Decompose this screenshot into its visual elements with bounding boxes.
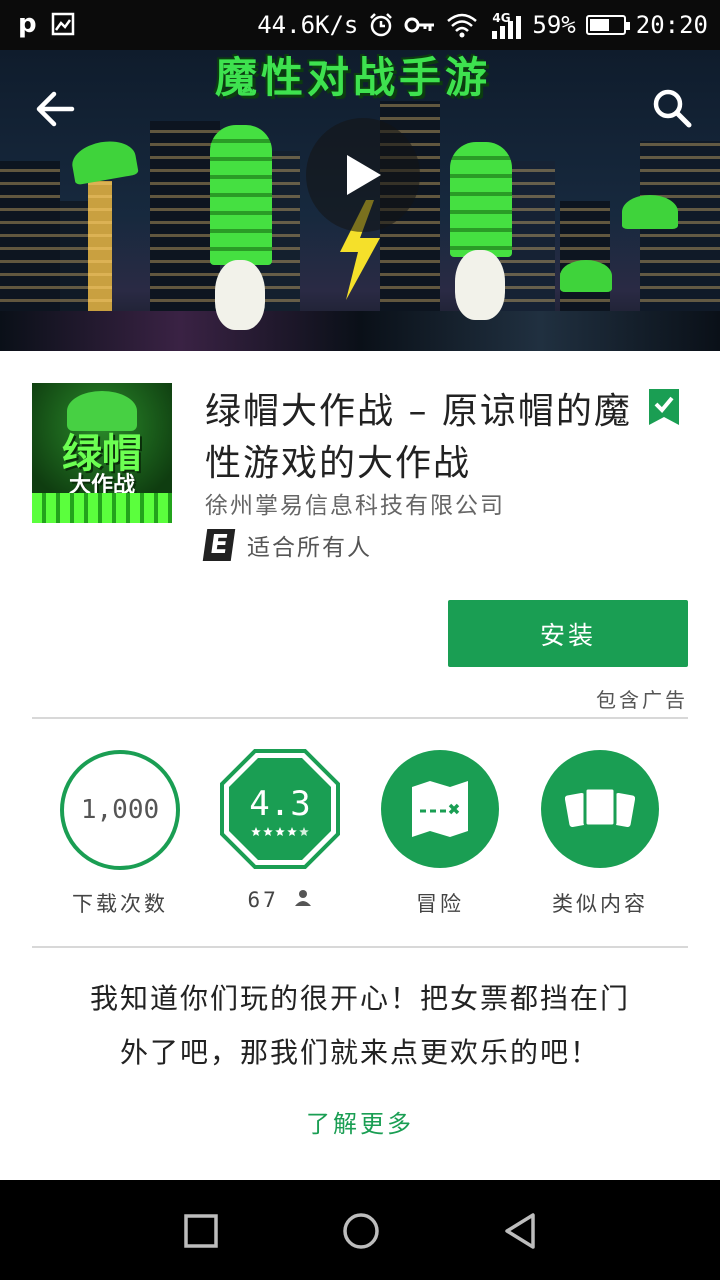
signal-icon: 4G <box>488 11 522 39</box>
editors-choice-icon <box>649 389 679 425</box>
hat-stack-right <box>450 142 512 257</box>
flying-hat <box>622 195 678 229</box>
similar-cards-icon <box>565 786 635 828</box>
similar-button[interactable] <box>541 750 659 868</box>
similar-label: 类似内容 <box>552 892 648 916</box>
flying-hat <box>69 136 139 186</box>
character-left <box>215 260 265 330</box>
hero-banner[interactable]: 魔性对战手游 <box>0 50 720 351</box>
image-notification-icon <box>51 12 74 36</box>
developer-link[interactable]: 徐州掌易信息科技有限公司 <box>205 486 505 520</box>
downloads-label: 下载次数 <box>72 892 168 916</box>
recent-apps-button[interactable] <box>175 1205 227 1257</box>
person-icon <box>295 890 312 906</box>
search-button[interactable] <box>648 84 696 132</box>
divider <box>32 717 688 719</box>
hat-stack-left <box>210 125 272 265</box>
flying-hat <box>560 260 612 292</box>
back-nav-button[interactable] <box>495 1205 547 1257</box>
notification-p-icon: p <box>18 9 37 39</box>
downloads-value: 1,000 <box>80 795 160 825</box>
rating-count: 67 <box>247 888 279 912</box>
description-line: 外了吧，那我们就来点更欢乐的吧！ <box>119 1036 600 1069</box>
install-button[interactable]: 安装 <box>448 600 688 667</box>
status-bar: p 44.6K/s 4G 59% 20:20 <box>0 0 720 50</box>
description: 我知道你们玩的很开心！把女票都挡在门 外了吧，那我们就来点更欢乐的吧！ <box>40 972 680 1080</box>
rating-badge[interactable]: 4.3 <box>219 748 341 870</box>
content-rating: E 适合所有人 <box>202 528 372 562</box>
play-icon <box>347 155 381 195</box>
category-button[interactable] <box>381 750 499 868</box>
contains-ads-label: 包含广告 <box>596 688 688 712</box>
esrb-e-icon: E <box>202 529 236 561</box>
back-button[interactable] <box>32 86 78 132</box>
divider <box>32 946 688 948</box>
wifi-icon <box>447 13 478 38</box>
learn-more-link[interactable]: 了解更多 <box>260 1104 460 1139</box>
key-icon <box>404 17 435 33</box>
battery-percent: 59% <box>532 11 576 39</box>
ground-glow <box>0 311 720 351</box>
app-icon: 绿帽 大作战 <box>32 383 172 523</box>
clock: 20:20 <box>635 11 708 39</box>
alarm-icon <box>370 13 393 37</box>
banner-title: 魔性对战手游 <box>215 53 492 102</box>
navigation-bar <box>0 1180 720 1280</box>
content-rating-label: 适合所有人 <box>247 535 372 561</box>
rating-value: 4.3 <box>249 784 310 824</box>
play-video-button[interactable] <box>306 118 420 232</box>
description-line: 我知道你们玩的很开心！把女票都挡在门 <box>89 982 630 1015</box>
battery-icon <box>585 15 630 35</box>
app-title: 绿帽大作战 – 原谅帽的魔性游戏的大作战 <box>205 391 632 484</box>
character-right <box>455 250 505 320</box>
network-speed: 44.6K/s <box>257 11 359 39</box>
app-icon-coins <box>32 493 172 523</box>
downloads-badge: 1,000 <box>60 750 180 870</box>
home-button[interactable] <box>335 1205 387 1257</box>
map-icon <box>412 781 468 837</box>
rating-count-row: 67 <box>200 888 360 912</box>
category-label: 冒险 <box>416 892 464 916</box>
